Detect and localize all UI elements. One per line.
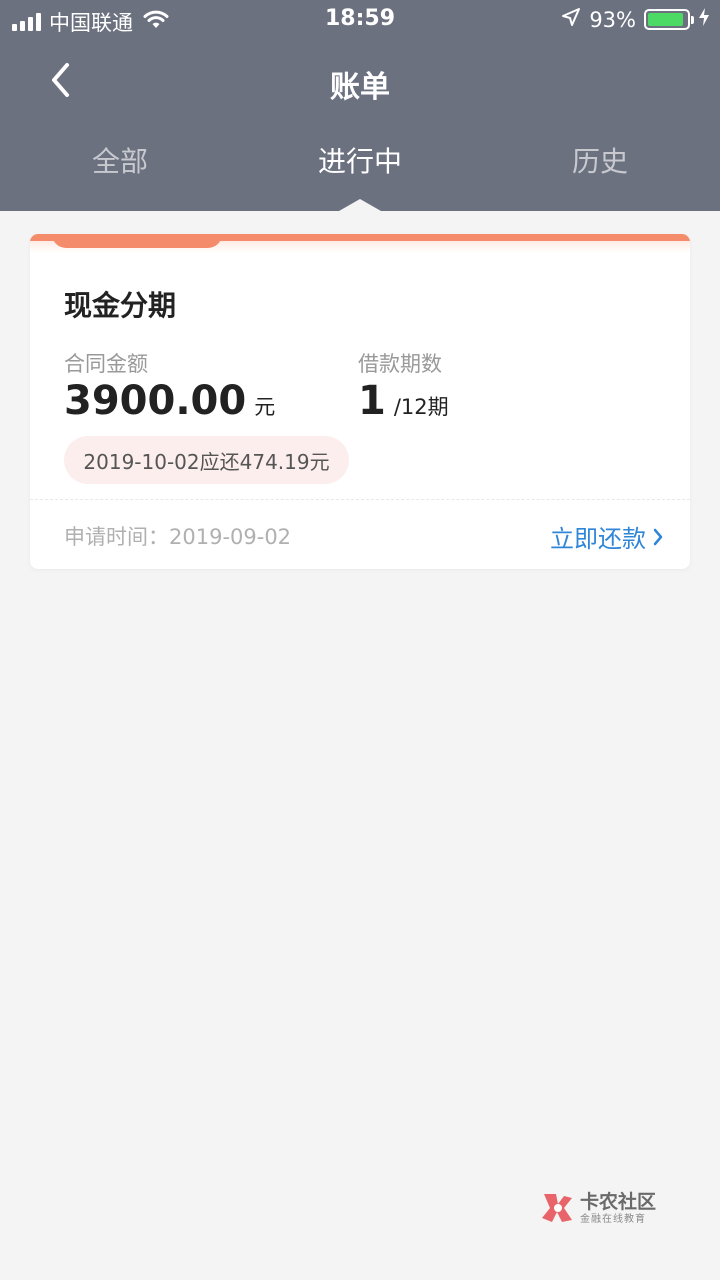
chevron-right-icon [653, 528, 663, 545]
loan-term: 1 /12期 [358, 378, 449, 424]
battery-icon [644, 9, 694, 30]
tab-bar: 全部 进行中 历史 [0, 140, 720, 180]
header: 中国联通 18:59 93% 账单 全部 进行中 历史 [0, 0, 720, 211]
bill-card[interactable]: 现金分期 合同金额 借款期数 3900.00 元 1 /12期 2019-10-… [30, 234, 690, 569]
contract-amount: 3900.00 元 [64, 378, 275, 424]
location-icon [561, 7, 581, 32]
active-tab-indicator [339, 199, 381, 211]
page-title: 账单 [330, 70, 390, 105]
term-total: /12期 [393, 395, 449, 419]
bill-title: 现金分期 [64, 289, 177, 322]
battery-percent: 93% [589, 7, 636, 32]
divider [30, 499, 690, 500]
contract-amount-value: 3900.00 [64, 378, 247, 424]
watermark-name: 卡农社区 [580, 1190, 657, 1213]
tab-all[interactable]: 全部 [20, 140, 220, 180]
tab-history[interactable]: 历史 [500, 140, 700, 180]
apply-time: 申请时间：2019-09-02 [64, 525, 292, 549]
tab-in-progress[interactable]: 进行中 [260, 140, 460, 180]
repay-now-button[interactable]: 立即还款 [550, 519, 664, 554]
term-label: 借款期数 [358, 352, 442, 376]
repay-now-label: 立即还款 [550, 525, 646, 553]
due-notice-badge: 2019-10-02应还474.19元 [64, 436, 349, 484]
contract-amount-unit: 元 [254, 395, 276, 419]
status-bar: 中国联通 18:59 93% [0, 0, 720, 40]
watermark: 卡农社区 金融在线教育 [540, 1190, 656, 1226]
watermark-subtitle: 金融在线教育 [580, 1213, 646, 1225]
contract-amount-label: 合同金额 [64, 352, 148, 376]
card-accent-tab [52, 234, 222, 248]
kanong-logo-icon [542, 1194, 572, 1222]
term-current: 1 [358, 378, 386, 424]
charging-icon [698, 7, 710, 32]
